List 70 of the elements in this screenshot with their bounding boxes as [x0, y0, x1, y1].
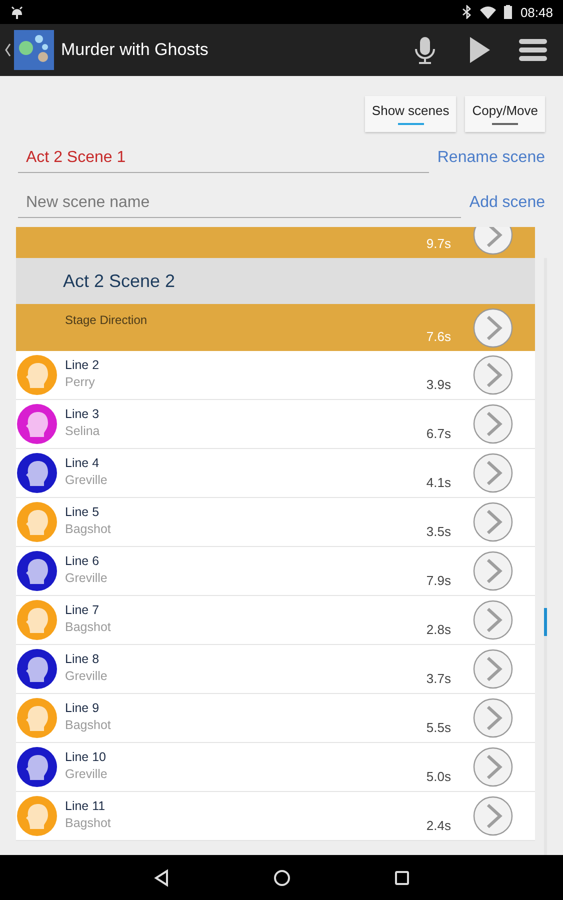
bluetooth-icon [462, 5, 472, 19]
add-scene-link[interactable]: Add scene [469, 194, 545, 218]
direction-label: Stage Direction [65, 313, 148, 327]
app-logo-icon [14, 30, 54, 70]
chevron-button-icon[interactable] [473, 649, 513, 689]
line-title: Line 8 [65, 652, 100, 666]
toggle-button[interactable]: Copy/Move [465, 96, 545, 132]
chevron-button-icon[interactable] [473, 796, 513, 836]
line-row[interactable]: Line 9 Bagshot 5.5s [16, 694, 535, 743]
toggle-button[interactable]: Show scenes [364, 96, 456, 132]
chevron-button-icon[interactable] [473, 698, 513, 738]
line-title: Line 9 [65, 701, 100, 715]
speaker-name: Greville [65, 571, 108, 585]
duration: 7.9s [425, 573, 451, 590]
chevron-button-icon[interactable] [473, 355, 513, 395]
scene-name-field[interactable]: Act 2 Scene 1 [18, 149, 430, 173]
duration: 9.7s [425, 236, 451, 253]
speaker-name: Perry [65, 375, 96, 389]
line-row[interactable]: Line 6 Greville 7.9s [16, 547, 535, 596]
speaker-name: Greville [65, 767, 108, 781]
duration: 5.5s [425, 720, 451, 737]
chevron-button-icon[interactable] [473, 551, 513, 591]
duration: 7.6s [425, 329, 451, 346]
new-scene-field[interactable]: New scene name [18, 194, 462, 218]
speaker-name: Bagshot [65, 620, 112, 634]
clock: 08:48 [520, 4, 553, 20]
wifi-icon [480, 6, 496, 18]
duration: 3.5s [425, 524, 451, 541]
duration: 6.7s [425, 426, 451, 443]
line-title: Line 11 [65, 799, 106, 813]
speaker-name: Selina [65, 424, 101, 438]
chevron-button-icon[interactable] [473, 747, 513, 787]
speaker-name: Bagshot [65, 816, 112, 830]
chevron-button-icon[interactable] [473, 308, 513, 348]
line-row[interactable]: Line 3 Selina 6.7s [16, 400, 535, 449]
line-title: Line 7 [65, 603, 100, 617]
scene-title: Act 2 Scene 2 [63, 270, 176, 292]
line-title: Line 4 [65, 456, 100, 470]
line-row[interactable]: Line 11 Bagshot 2.4s [16, 792, 535, 841]
back-icon[interactable] [4, 43, 12, 57]
speaker-name: Greville [65, 473, 108, 487]
duration: 3.7s [425, 671, 451, 688]
home-icon[interactable] [272, 868, 292, 888]
battery-icon [504, 5, 512, 19]
chevron-button-icon[interactable] [473, 453, 513, 493]
duration: 2.4s [425, 818, 451, 835]
line-title: Line 5 [65, 505, 100, 519]
line-row[interactable]: Line 5 Bagshot 3.5s [16, 498, 535, 547]
line-row[interactable]: Line 7 Bagshot 2.8s [16, 596, 535, 645]
duration: 2.8s [425, 622, 451, 639]
speaker-name: Bagshot [65, 522, 112, 536]
chevron-button-icon[interactable] [473, 404, 513, 444]
line-row[interactable]: Line 4 Greville 4.1s [16, 449, 535, 498]
rename-scene-link[interactable]: Rename scene [437, 149, 545, 173]
duration: 4.1s [425, 475, 451, 492]
line-title: Line 3 [65, 407, 100, 421]
chevron-button-icon[interactable] [473, 600, 513, 640]
line-title: Line 6 [65, 554, 100, 568]
line-row[interactable]: Line 2 Perry 3.9s [16, 351, 535, 400]
stage-direction-row[interactable]: Stage Direction 7.6s [16, 304, 535, 351]
line-row[interactable]: Line 10 Greville 5.0s [16, 743, 535, 792]
line-row[interactable]: Line 8 Greville 3.7s [16, 645, 535, 694]
speaker-name: Bagshot [65, 718, 112, 732]
line-title: Line 10 [65, 750, 108, 764]
line-title: Line 2 [65, 358, 100, 372]
speaker-name: Greville [65, 669, 108, 683]
duration: 5.0s [425, 769, 451, 786]
chevron-button-icon[interactable] [473, 502, 513, 542]
duration: 3.9s [425, 377, 451, 394]
app-title: Murder with Ghosts [61, 40, 208, 60]
